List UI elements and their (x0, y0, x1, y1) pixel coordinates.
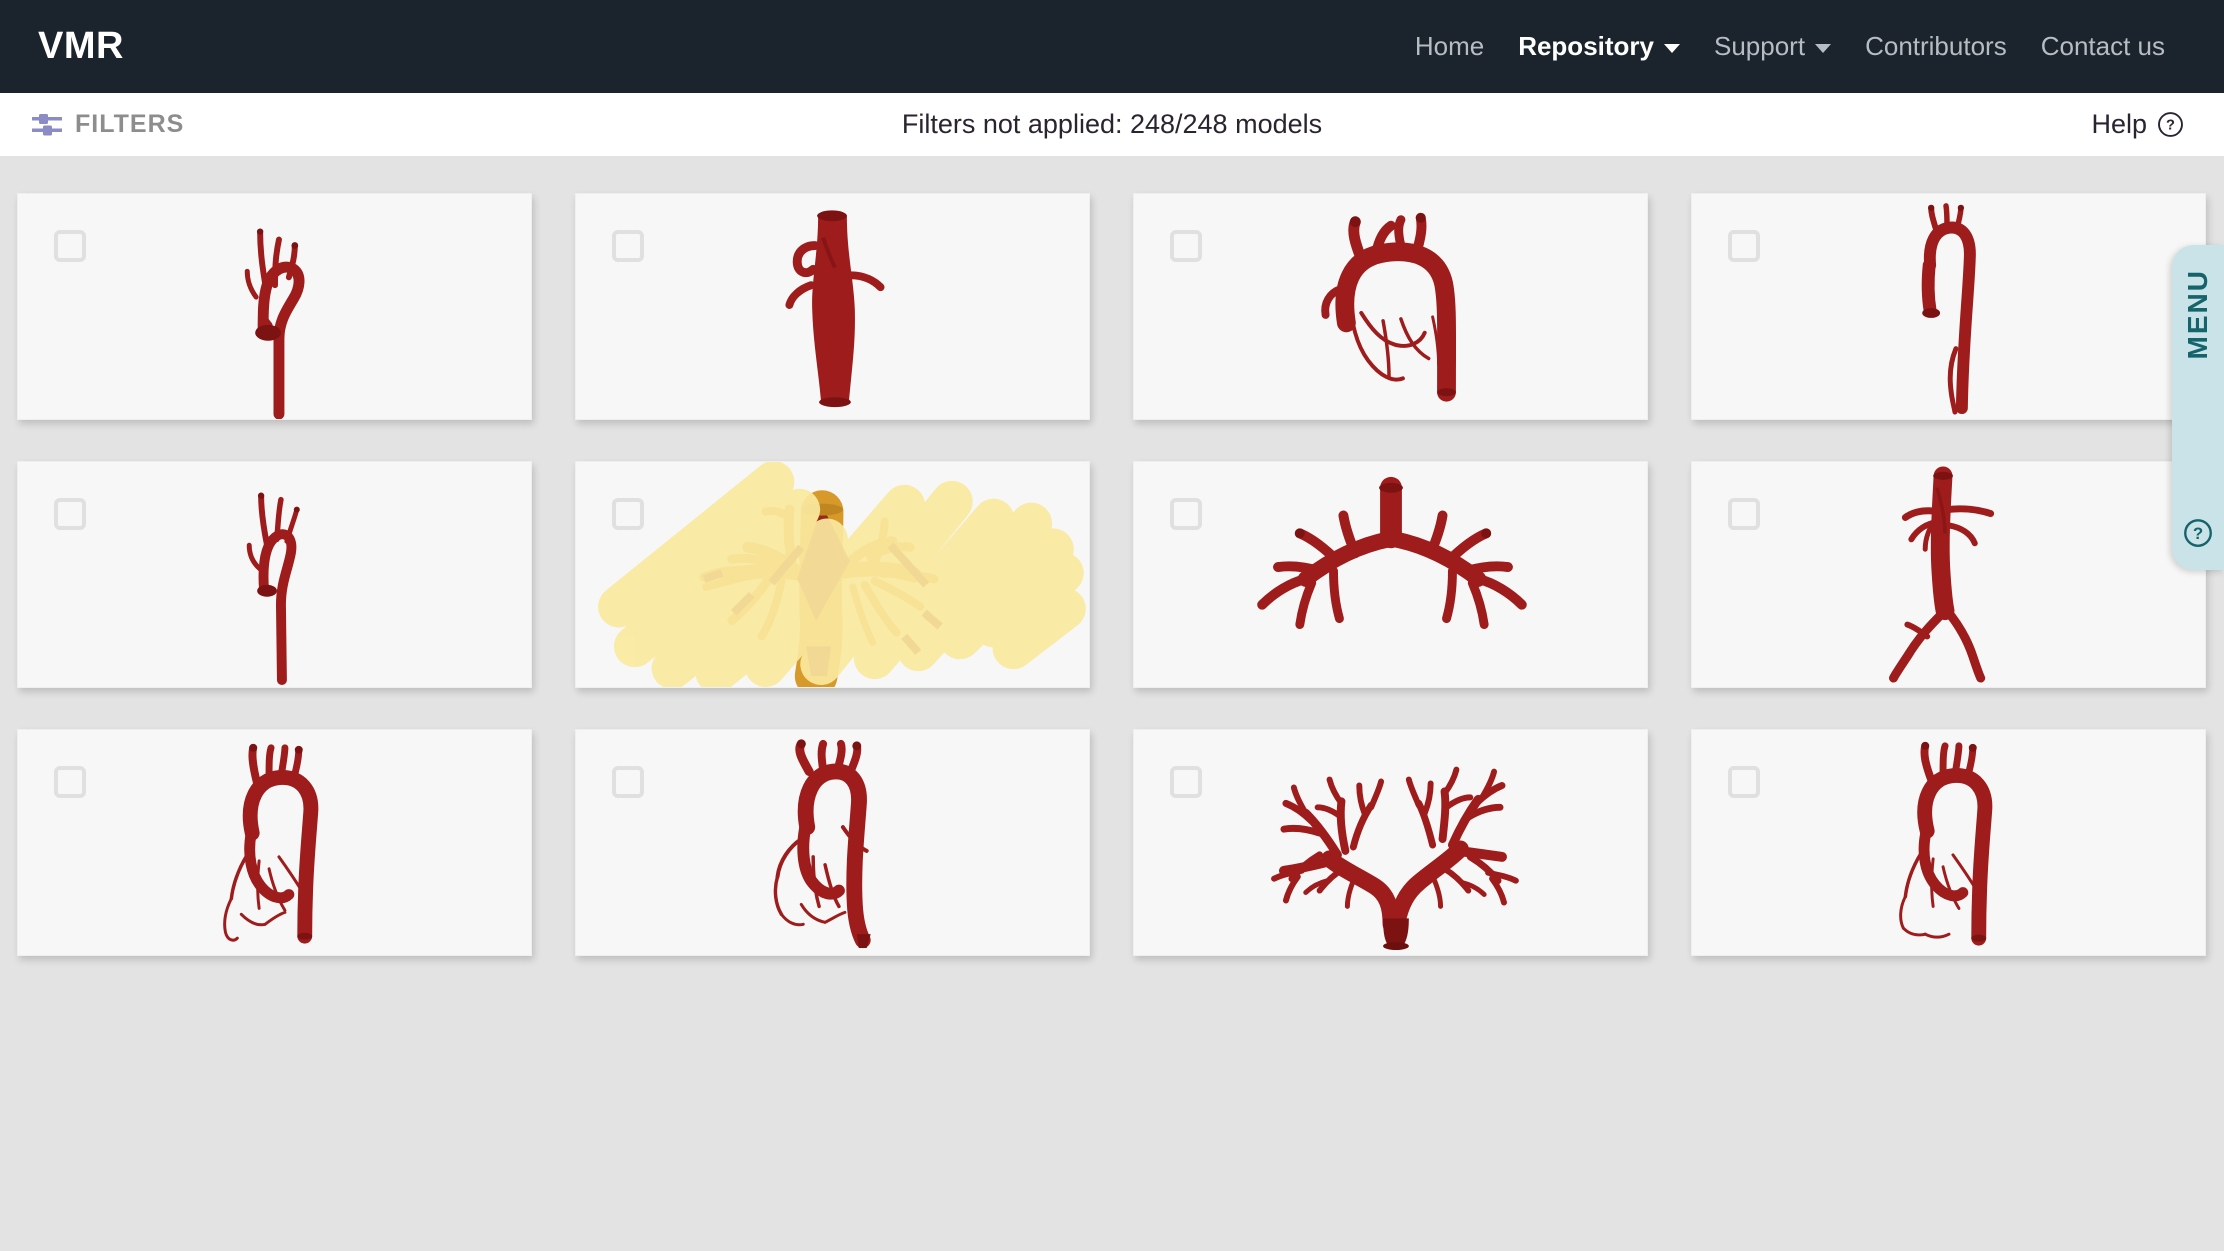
nav-link-support-label: Support (1714, 31, 1806, 61)
nav-link-contact-us[interactable]: Contact us (2024, 25, 2182, 68)
brand-logo[interactable]: VMR (38, 25, 124, 68)
model-card[interactable] (17, 461, 532, 688)
model-thumbnail (1321, 212, 1457, 402)
model-thumbnail (785, 210, 885, 408)
chevron-down-icon (1815, 43, 1832, 53)
model-card[interactable] (1133, 193, 1648, 420)
nav-link-contributors-label: Contributors (1865, 31, 2007, 61)
primary-navigation: Home Repository Support Contributors Con… (1398, 25, 2182, 68)
nav-link-contact-us-label: Contact us (2040, 31, 2165, 61)
chevron-down-icon (1664, 43, 1680, 53)
checkbox-unchecked-icon[interactable] (1728, 230, 1760, 262)
model-thumbnail (1899, 741, 1993, 946)
nav-link-contributors[interactable]: Contributors (1848, 25, 2024, 68)
model-thumbnail (246, 492, 300, 686)
checkbox-unchecked-icon[interactable] (54, 498, 86, 530)
checkbox-unchecked-icon[interactable] (1170, 230, 1202, 262)
checkbox-unchecked-icon[interactable] (54, 230, 86, 262)
checkbox-unchecked-icon[interactable] (1728, 498, 1760, 530)
nav-link-repository-label: Repository (1518, 31, 1654, 61)
model-thumbnail (1889, 466, 1995, 683)
menu-side-tab-label: MENU (2182, 269, 2213, 360)
checkbox-unchecked-icon[interactable] (54, 766, 86, 798)
model-thumbnail (1271, 766, 1519, 951)
checkbox-unchecked-icon[interactable] (612, 766, 644, 798)
model-card[interactable] (17, 193, 532, 420)
svg-text:?: ? (2193, 524, 2203, 543)
help-label: Help (2091, 109, 2147, 139)
checkbox-unchecked-icon[interactable] (612, 230, 644, 262)
nav-link-home-label: Home (1414, 31, 1485, 61)
model-card[interactable] (1691, 461, 2206, 688)
menu-side-tab[interactable]: MENU ? (2172, 245, 2224, 570)
model-thumbnail (223, 743, 319, 944)
question-circle-icon[interactable]: ? (2183, 518, 2213, 548)
model-thumbnail (773, 739, 871, 949)
model-thumbnail (1921, 203, 1976, 415)
model-card[interactable] (1691, 193, 2206, 420)
question-circle-icon: ? (2158, 112, 2183, 137)
model-thumbnail (1257, 476, 1527, 630)
model-thumbnail (699, 490, 943, 687)
checkbox-unchecked-icon[interactable] (612, 498, 644, 530)
model-card[interactable] (1691, 729, 2206, 956)
filter-status-text: Filters not applied: 248/248 models (901, 109, 1323, 139)
model-card-grid (17, 193, 2207, 956)
model-card[interactable] (1133, 729, 1648, 956)
model-card[interactable] (575, 193, 1090, 420)
model-thumbnail (244, 228, 305, 419)
top-navbar: VMR Home Repository Support Contributors… (0, 0, 2224, 93)
model-card-annotated[interactable] (575, 461, 1090, 688)
model-card[interactable] (1133, 461, 1648, 688)
nav-link-support[interactable]: Support (1697, 25, 1848, 68)
model-card[interactable] (575, 729, 1090, 956)
checkbox-unchecked-icon[interactable] (1170, 766, 1202, 798)
nav-link-repository[interactable]: Repository (1501, 25, 1697, 68)
help-button[interactable]: Help ? (2091, 109, 2184, 140)
svg-text:?: ? (2166, 118, 2175, 134)
checkbox-unchecked-icon[interactable] (1170, 498, 1202, 530)
filter-bar: FILTERS Filters not applied: 248/248 mod… (0, 93, 2224, 156)
nav-link-home[interactable]: Home (1398, 25, 1501, 68)
checkbox-unchecked-icon[interactable] (1728, 766, 1760, 798)
model-card[interactable] (17, 729, 532, 956)
